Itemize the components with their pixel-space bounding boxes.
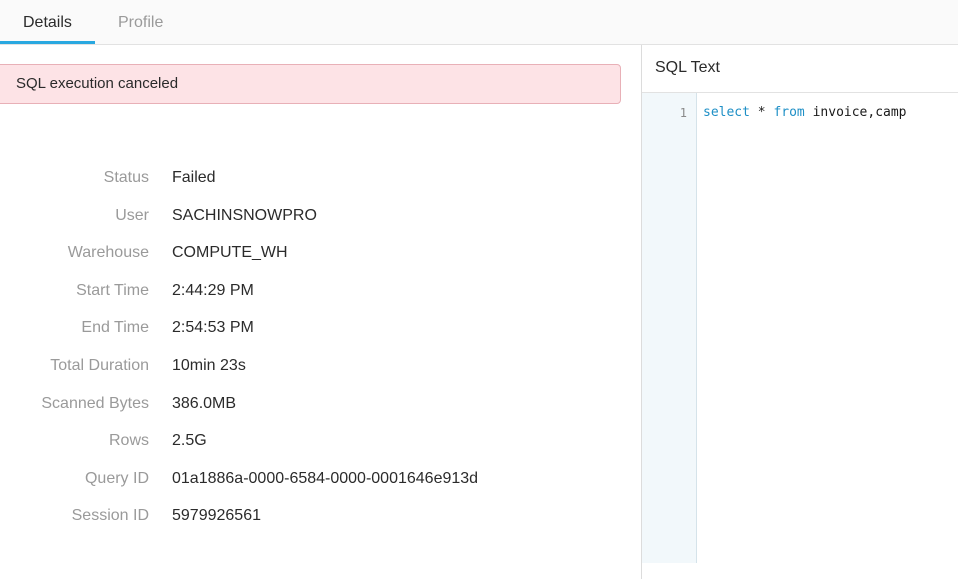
detail-value-start-time: 2:44:29 PM — [172, 281, 254, 299]
detail-label: Start Time — [76, 281, 149, 299]
detail-label: Rows — [108, 432, 149, 450]
detail-row-start-time: Start Time 2:44:29 PM — [0, 273, 641, 311]
detail-row-status: Status Failed — [0, 160, 641, 198]
active-tab-indicator — [0, 41, 95, 44]
details-list: Status Failed User SACHINSNOWPRO Warehou… — [0, 160, 641, 536]
detail-value-end-time: 2:54:53 PM — [172, 319, 254, 337]
detail-value-session-id[interactable]: 5979926561 — [172, 507, 261, 525]
detail-label: Session ID — [71, 507, 149, 525]
detail-label: Query ID — [84, 469, 149, 487]
query-details-page: Details Profile SQL execution canceled S… — [0, 0, 958, 579]
detail-label: End Time — [81, 319, 149, 337]
detail-row-warehouse: Warehouse COMPUTE_WH — [0, 235, 641, 273]
sql-keyword-select: select — [703, 105, 750, 120]
detail-row-session-id: Session ID 5979926561 — [0, 498, 641, 536]
detail-value-user: SACHINSNOWPRO — [172, 206, 317, 224]
sql-star: * — [757, 105, 766, 120]
error-alert: SQL execution canceled — [0, 64, 621, 104]
line-number: 1 — [679, 106, 687, 120]
sql-keyword-from: from — [773, 105, 805, 120]
sql-text-panel: SQL Text 1 select * from invoice,camp — [642, 45, 958, 579]
details-panel: SQL execution canceled Status Failed Use… — [0, 45, 641, 579]
detail-row-query-id: Query ID 01a1886a-0000-6584-0000-0001646… — [0, 461, 641, 499]
detail-label: Warehouse — [67, 244, 149, 262]
sql-text-title: SQL Text — [655, 59, 720, 76]
detail-row-scanned-bytes: Scanned Bytes 386.0MB — [0, 386, 641, 424]
error-alert-message: SQL execution canceled — [16, 75, 179, 92]
detail-value-scanned-bytes: 386.0MB — [172, 394, 237, 412]
tab-bar: Details Profile — [0, 0, 958, 45]
tab-details[interactable]: Details — [23, 0, 72, 45]
detail-value-warehouse: COMPUTE_WH — [172, 244, 288, 262]
tab-profile[interactable]: Profile — [118, 0, 163, 45]
detail-value-status: Failed — [172, 169, 216, 186]
sql-tables: invoice,camp — [812, 105, 907, 120]
detail-label: Status — [103, 169, 149, 186]
detail-value-rows: 2.5G — [172, 432, 207, 450]
detail-row-user: User SACHINSNOWPRO — [0, 198, 641, 236]
detail-value-query-id[interactable]: 01a1886a-0000-6584-0000-0001646e913d — [172, 470, 478, 488]
detail-row-rows: Rows 2.5G — [0, 423, 641, 461]
line-number-gutter: 1 — [642, 93, 697, 563]
detail-row-total-duration: Total Duration 10min 23s — [0, 348, 641, 386]
detail-row-end-time: End Time 2:54:53 PM — [0, 310, 641, 348]
sql-editor[interactable]: 1 select * from invoice,camp — [642, 93, 958, 579]
detail-label: User — [115, 206, 149, 224]
detail-label: Scanned Bytes — [41, 394, 149, 412]
sql-text-header: SQL Text — [642, 45, 958, 93]
detail-label: Total Duration — [50, 356, 149, 374]
sql-code-line[interactable]: select * from invoice,camp — [703, 105, 907, 120]
detail-value-total-duration: 10min 23s — [172, 356, 246, 374]
